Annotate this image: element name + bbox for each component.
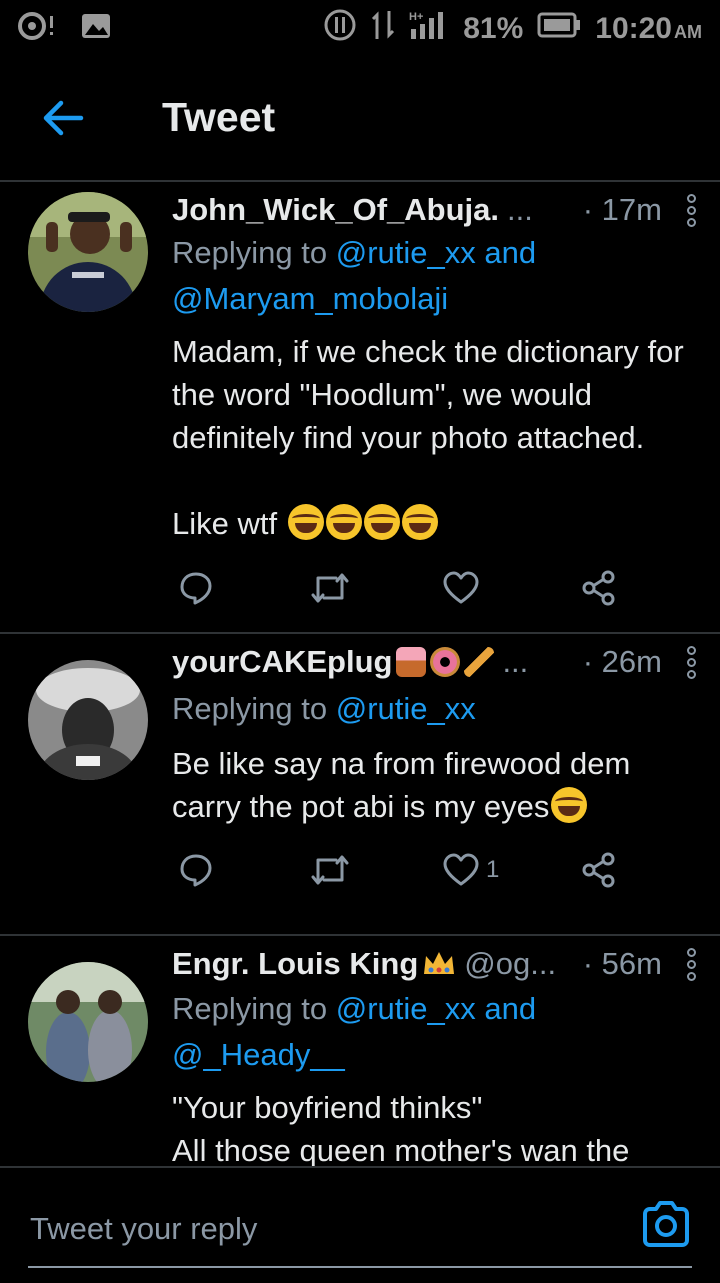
svg-text:H+: H+: [409, 11, 423, 23]
crown-emoji-icon: [422, 950, 456, 978]
comment-icon: [180, 572, 212, 605]
replying-to: Replying to @rutie_xx and @Maryam_mobola…: [172, 230, 690, 322]
reply-tweet[interactable]: Engr. Louis King @og... · 56m Replying t…: [0, 936, 720, 1166]
skewer-emoji-icon: [464, 647, 495, 677]
page-title: Tweet: [162, 94, 276, 140]
assistant-notification-icon: [18, 10, 58, 47]
like-count: 1: [486, 856, 500, 883]
clock-suffix: AM: [674, 22, 702, 42]
replying-to-label: Replying to: [172, 691, 336, 726]
arrow-left-icon: [43, 100, 84, 136]
author-handle: @og...: [464, 946, 557, 981]
laughing-crying-emoji-icon: [401, 504, 438, 540]
cake-emoji-icon: [396, 647, 427, 677]
mention-link[interactable]: @_Heady__: [172, 1037, 345, 1072]
mention-link[interactable]: @rutie_xx: [336, 235, 476, 270]
reply-input[interactable]: [28, 1206, 592, 1252]
camera-button[interactable]: [640, 1198, 692, 1250]
name-truncation: ...: [507, 192, 533, 227]
share-icon: [582, 570, 615, 606]
more-options-icon[interactable]: [682, 947, 700, 981]
replying-to: Replying to @rutie_xx and @_Heady__: [172, 986, 690, 1078]
like-button[interactable]: 1: [442, 850, 499, 890]
signal-strength-icon: H+: [409, 9, 449, 49]
laughing-crying-emoji-icon: [287, 504, 324, 540]
tweet-header: John_Wick_Of_Abuja. ... · 17m: [172, 186, 700, 234]
heart-icon: [443, 571, 479, 604]
tweet-time: · 26m: [582, 644, 662, 679]
share-button[interactable]: [580, 850, 618, 890]
reply-button[interactable]: [178, 568, 214, 608]
tweet-time: · 17m: [582, 192, 662, 227]
do-not-disturb-icon: [323, 8, 357, 50]
replying-to-label: Replying to: [172, 235, 336, 270]
heart-icon: [443, 853, 479, 886]
author-name[interactable]: John_Wick_Of_Abuja.: [172, 192, 499, 228]
reply-tweet[interactable]: yourCAKEplug ... · 26m Replying to @ruti…: [0, 634, 720, 936]
tweet-body: "Your boyfriend thinks" All those queen …: [172, 1090, 630, 1166]
camera-icon: [643, 1201, 689, 1247]
data-transfer-icon: [371, 9, 395, 49]
more-options-icon[interactable]: [682, 193, 700, 227]
avatar[interactable]: [28, 962, 148, 1082]
laughing-crying-emoji-icon: [363, 504, 400, 540]
author-name[interactable]: yourCAKEplug: [172, 644, 392, 680]
tweet-header: Engr. Louis King @og... · 56m: [172, 940, 700, 988]
top-app-bar: Tweet: [0, 56, 720, 182]
reply-input-underline: [28, 1266, 692, 1268]
tweet-actions: 1: [172, 850, 652, 890]
tweet-header: yourCAKEplug ... · 26m: [172, 638, 700, 686]
more-options-icon[interactable]: [682, 645, 700, 679]
back-button[interactable]: [38, 96, 88, 140]
replying-to: Replying to @rutie_xx: [172, 686, 690, 732]
replies-feed[interactable]: John_Wick_Of_Abuja. ... · 17m Replying t…: [0, 182, 720, 1166]
battery-percentage: 81%: [463, 12, 524, 45]
mention-link[interactable]: @Maryam_mobolaji: [172, 281, 448, 316]
share-icon: [582, 852, 615, 888]
clock: 10:20 AM: [595, 12, 702, 46]
mention-link[interactable]: @rutie_xx: [336, 691, 476, 726]
author-name[interactable]: Engr. Louis King: [172, 946, 418, 982]
retweet-button[interactable]: [310, 850, 350, 890]
tweet-time: · 56m: [582, 946, 662, 981]
share-button[interactable]: [580, 568, 618, 608]
like-button[interactable]: [442, 568, 486, 608]
comment-icon: [180, 854, 212, 887]
retweet-icon: [311, 855, 349, 885]
mention-joiner: and: [475, 991, 537, 1026]
doughnut-emoji-icon: [430, 647, 461, 677]
clock-time: 10:20: [595, 12, 672, 45]
retweet-icon: [311, 573, 349, 603]
reply-composer: [0, 1166, 720, 1283]
mention-joiner: and: [475, 235, 537, 270]
battery-icon: [537, 12, 581, 46]
laughing-crying-emoji-icon: [325, 504, 362, 540]
status-bar: H+ 81% 10:20 AM: [0, 0, 720, 56]
tweet-text: Madam, if we check the dictionary for th…: [172, 330, 690, 545]
tweet-text: Be like say na from firewood dem carry t…: [172, 742, 690, 828]
avatar[interactable]: [28, 660, 148, 780]
mention-link[interactable]: @rutie_xx: [336, 991, 476, 1026]
laughing-crying-emoji-icon: [551, 787, 588, 823]
reply-button[interactable]: [178, 850, 214, 890]
avatar[interactable]: [28, 192, 148, 312]
reply-tweet[interactable]: John_Wick_Of_Abuja. ... · 17m Replying t…: [0, 182, 720, 634]
name-truncation: ...: [502, 644, 529, 679]
replying-to-label: Replying to: [172, 991, 336, 1026]
gallery-notification-icon: [80, 10, 112, 47]
tweet-text: "Your boyfriend thinks" All those queen …: [172, 1086, 690, 1166]
tweet-actions: [172, 568, 652, 608]
retweet-button[interactable]: [310, 568, 350, 608]
